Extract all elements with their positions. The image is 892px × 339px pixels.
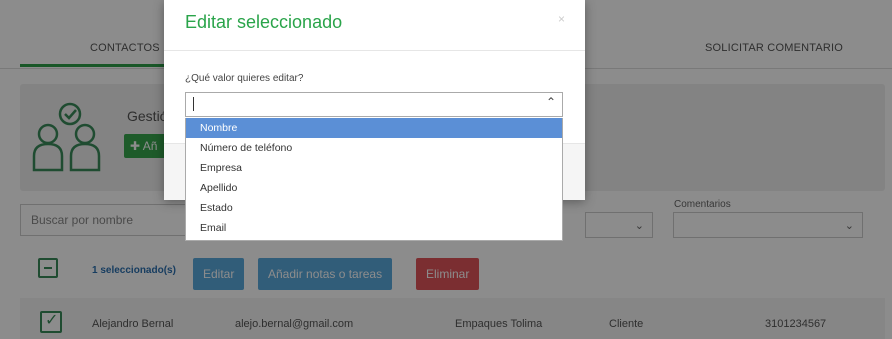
text-caret	[193, 97, 194, 111]
field-options-dropdown: Nombre Número de teléfono Empresa Apellido E…	[185, 118, 563, 241]
field-label: ¿Qué valor quieres editar?	[185, 73, 304, 84]
dropdown-option[interactable]: Empresa	[186, 158, 562, 178]
dropdown-option[interactable]: Nombre	[186, 118, 562, 138]
field-combobox[interactable]: ⌃	[185, 92, 563, 117]
close-icon[interactable]: ×	[558, 12, 565, 26]
dropdown-option[interactable]: Número de teléfono	[186, 138, 562, 158]
chevron-up-icon[interactable]: ⌃	[546, 95, 556, 109]
modal-title: Editar seleccionado	[185, 12, 343, 32]
dropdown-option[interactable]: Email	[186, 218, 562, 238]
modal-divider	[164, 50, 585, 51]
dropdown-option[interactable]: Apellido	[186, 178, 562, 198]
dropdown-option[interactable]: Estado	[186, 198, 562, 218]
